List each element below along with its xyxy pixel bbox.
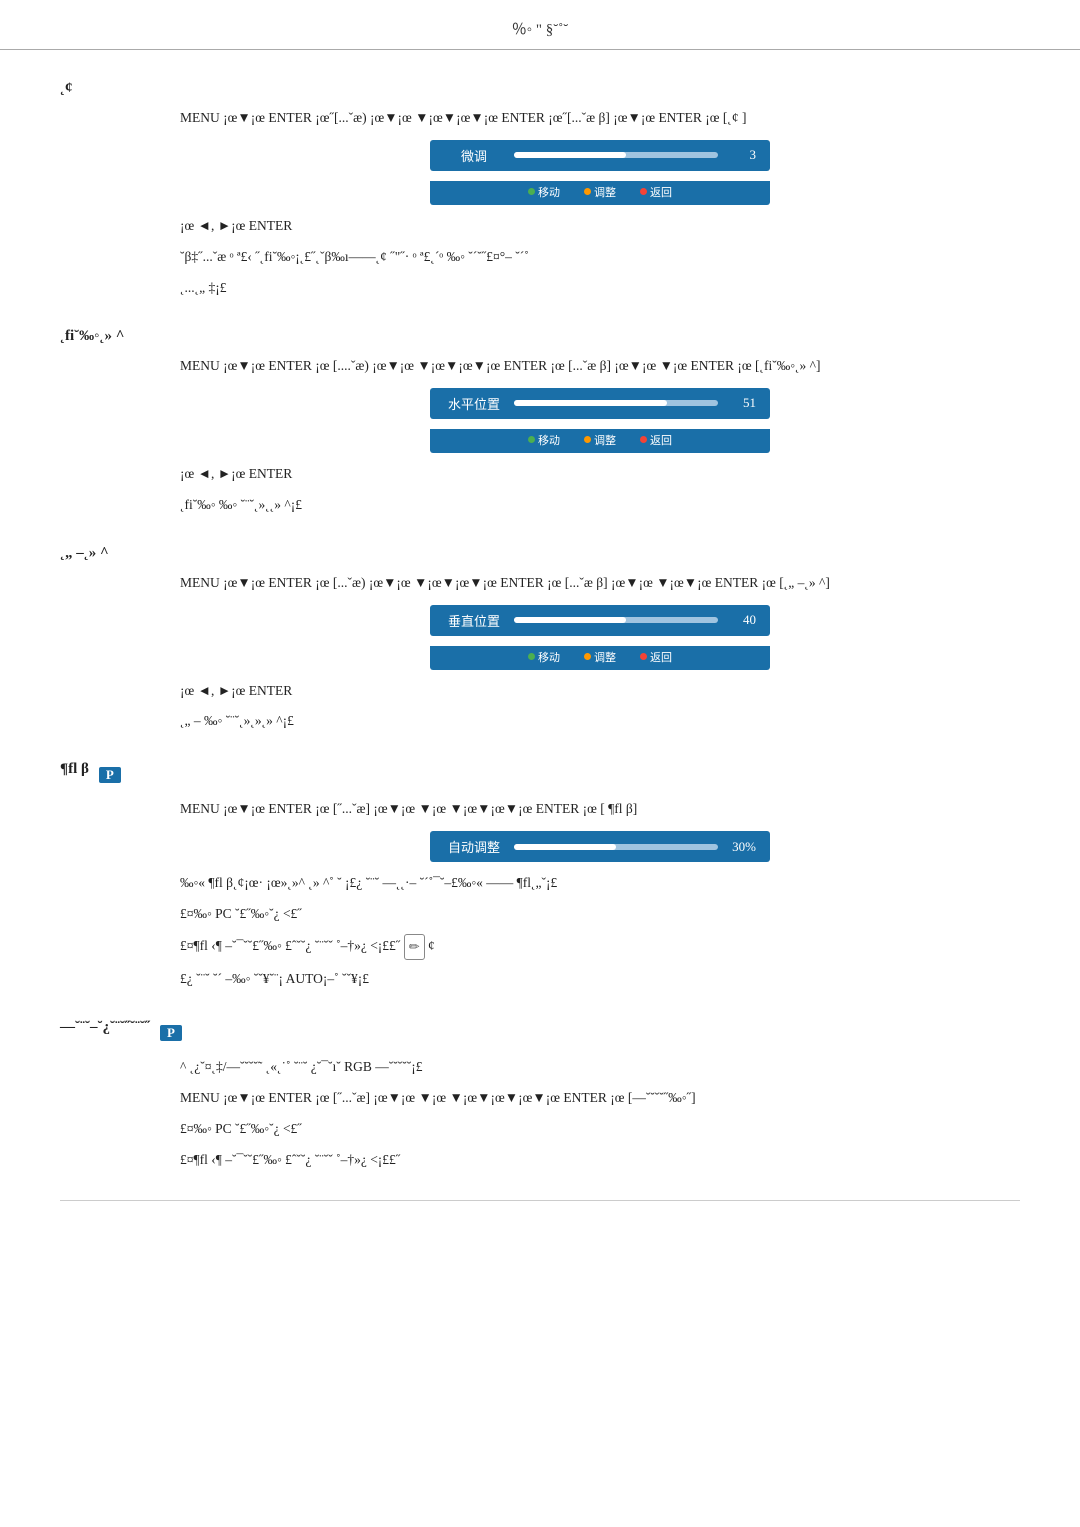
section-h-position: ˛fi˘‰◦˛» ^ MENU ¡œ▼¡œ ENTER ¡œ [....ˇæ) …: [60, 328, 1020, 517]
slider-track-1[interactable]: [514, 152, 718, 158]
dot-green-3: [528, 653, 535, 660]
body-text-5-0: ^ ˛¿˘¤˛‡/—˘˘˘˘˜ ˛«˛˙˚ ˘¨˘ ¿˘¯˘ı˘ RGB —˘˘…: [180, 1056, 1020, 1079]
section-fine-tune: ˛¢ MENU ¡œ▼¡œ ENTER ¡œ˝[...ˇæ) ¡œ▼¡œ ▼¡œ…: [60, 80, 1020, 300]
section-title-4: ¶fl β: [60, 761, 89, 778]
dot-green-2: [528, 436, 535, 443]
slider-container-1: 微调 3: [430, 140, 770, 171]
body-text-2-2: ¡œ ◄, ►¡œ ENTER: [180, 463, 1020, 486]
slider-widget-3: 垂直位置 40: [180, 605, 1020, 636]
body-text-5-1: MENU ¡œ▼¡œ ENTER ¡œ [˝...ˇæ] ¡œ▼¡œ ▼¡œ ▼…: [180, 1087, 1020, 1110]
slider-controls-2: 移动 调整 返回: [430, 429, 770, 453]
ctrl-adjust-1[interactable]: 调整: [584, 184, 616, 200]
ctrl-adjust-3[interactable]: 调整: [584, 649, 616, 665]
slider-widget-2: 水平位置 51: [180, 388, 1020, 419]
slider-container-3: 垂直位置 40: [430, 605, 770, 636]
slider-label-2: 水平位置: [444, 394, 504, 413]
body-text-2-1: MENU ¡œ▼¡œ ENTER ¡œ [....ˇæ) ¡œ▼¡œ ▼¡œ▼¡…: [180, 355, 1020, 378]
slider-label-4: 自动调整: [444, 837, 504, 856]
p-icon-auto: P: [99, 767, 121, 783]
section-title-3: ˛„ –˛» ^: [60, 545, 1020, 562]
body-text-3-2: ¡œ ◄, ►¡œ ENTER: [180, 680, 1020, 703]
dot-red-1: [640, 188, 647, 195]
slider-value-4: 30%: [728, 839, 756, 855]
top-bar: ％◦ " §˘˚˘: [0, 0, 1080, 50]
ctrl-adjust-2[interactable]: 调整: [584, 432, 616, 448]
body-text-5-note3: £¤¶fl ‹¶ –˘¯ˇ˘£˝‰◦ £ˆˇ˘¿ ˘¨˘ˇ ˚–†»¿ ˂¡££…: [180, 1149, 1020, 1172]
body-text-3-1: MENU ¡œ▼¡œ ENTER ¡œ [...ˇæ) ¡œ▼¡œ ▼¡œ▼¡œ…: [180, 572, 1020, 595]
body-text-5-note2: £¤‰◦ PC ˘£˝‰◦˘¿ ˂£˝: [180, 1118, 1020, 1141]
section-title-5-wrap: —˘¨˘–˘¿˘¨˘˝˘¨˘˝ P: [60, 1019, 1020, 1046]
edit-icon-auto: ✏: [404, 934, 425, 960]
body-text-4-note4: £¿ ˘¨˘ ˘´ –‰◦ ˘ˇ¥˘¨¡ AUTO¡–˚ ˘ˇ¥¡£: [180, 968, 1020, 991]
ctrl-move-3[interactable]: 移动: [528, 649, 560, 665]
body-text-2-3: ˛fi˘‰◦ ‰◦ ˘¨˘˛»˛˛» ^¡£: [180, 494, 1020, 517]
slider-widget-4: 自动调整 30%: [180, 831, 1020, 862]
slider-fill-3: [514, 617, 626, 623]
body-text-4-note1: ‰◦« ¶fl β˛¢¡œ· ¡œ»˛»^ ˛» ^˚ ˘ ¡£¿ ˘¨˘ —˛…: [180, 872, 1020, 895]
slider-widget-1: 微调 3: [180, 140, 1020, 171]
body-text-1-3: ˘β‡˝...ˇæ ᵒ ª£‹ ˝˛fi˘‰◦¡˛£˝˛ˇβ‰ı——˛¢ ˝"˝…: [180, 246, 1020, 269]
slider-fill-2: [514, 400, 667, 406]
slider-controls-3: 移动 调整 返回: [430, 646, 770, 670]
slider-track-2[interactable]: [514, 400, 718, 406]
section-v-position: ˛„ –˛» ^ MENU ¡œ▼¡œ ENTER ¡œ [...ˇæ) ¡œ▼…: [60, 545, 1020, 734]
slider-container-4: 自动调整 30%: [430, 831, 770, 862]
section-title-1: ˛¢: [60, 80, 1020, 97]
bottom-divider: [60, 1200, 1020, 1201]
slider-label-1: 微调: [444, 146, 504, 165]
dot-red-2: [640, 436, 647, 443]
p-icon-rgb: P: [160, 1025, 182, 1041]
slider-fill-4: [514, 844, 616, 850]
section-auto: ¶fl β P MENU ¡œ▼¡œ ENTER ¡œ [˝...ˇæ] ¡œ▼…: [60, 761, 1020, 991]
dot-orange-3: [584, 653, 591, 660]
section-title-5: —˘¨˘–˘¿˘¨˘˝˘¨˘˝: [60, 1019, 150, 1036]
section-rgb: —˘¨˘–˘¿˘¨˘˝˘¨˘˝ P ^ ˛¿˘¤˛‡/—˘˘˘˘˜ ˛«˛˙˚ …: [60, 1019, 1020, 1172]
slider-label-3: 垂直位置: [444, 611, 504, 630]
section-title-4-wrap: ¶fl β P: [60, 761, 1020, 788]
ctrl-return-3[interactable]: 返回: [640, 649, 672, 665]
body-text-3-3: ˛„ – ‰◦ ˘¨˘˛»˛»˛» ^¡£: [180, 710, 1020, 733]
slider-fill-1: [514, 152, 626, 158]
body-text-1-1: MENU ¡œ▼¡œ ENTER ¡œ˝[...ˇæ) ¡œ▼¡œ ▼¡œ▼¡œ…: [180, 107, 1020, 130]
slider-value-2: 51: [728, 395, 756, 411]
body-text-4-note3: £¤¶fl ‹¶ –˘¯ˇ˘£˝‰◦ £ˆˇ˘¿ ˘¨˘ˇ ˚–†»¿ ˂¡££…: [180, 934, 1020, 960]
body-text-1-3b: ˛...˛„ ‡¡£: [180, 277, 1020, 300]
ctrl-move-1[interactable]: 移动: [528, 184, 560, 200]
dot-green-1: [528, 188, 535, 195]
slider-track-4[interactable]: [514, 844, 718, 850]
dot-orange-1: [584, 188, 591, 195]
body-text-4-1: MENU ¡œ▼¡œ ENTER ¡œ [˝...ˇæ] ¡œ▼¡œ ▼¡œ ▼…: [180, 798, 1020, 821]
slider-controls-1: 移动 调整 返回: [430, 181, 770, 205]
section-title-2: ˛fi˘‰◦˛» ^: [60, 328, 1020, 345]
slider-container-2: 水平位置 51: [430, 388, 770, 419]
slider-track-3[interactable]: [514, 617, 718, 623]
slider-value-1: 3: [728, 147, 756, 163]
dot-red-3: [640, 653, 647, 660]
body-text-1-2: ¡œ ◄, ►¡œ ENTER: [180, 215, 1020, 238]
header-title: ％◦ " §˘˚˘: [512, 22, 568, 38]
ctrl-move-2[interactable]: 移动: [528, 432, 560, 448]
ctrl-return-2[interactable]: 返回: [640, 432, 672, 448]
body-text-4-note2: £¤‰◦ PC ˘£˝‰◦˘¿ ˂£˝: [180, 903, 1020, 926]
ctrl-return-1[interactable]: 返回: [640, 184, 672, 200]
dot-orange-2: [584, 436, 591, 443]
slider-value-3: 40: [728, 612, 756, 628]
